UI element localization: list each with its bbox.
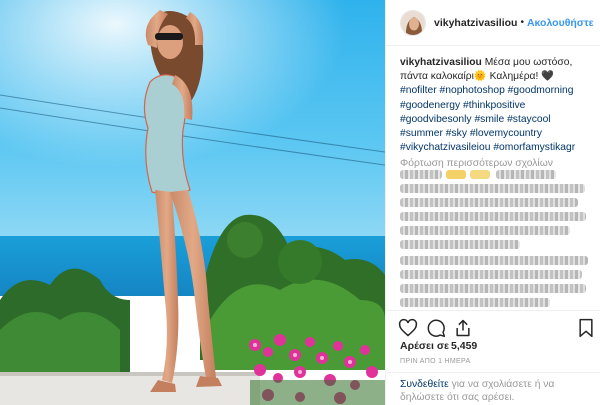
sun-emoji: 🌞 — [473, 71, 487, 83]
obscured-line — [400, 298, 550, 307]
obscured-line — [400, 226, 570, 235]
post-header: vikyhatzivasiliou • Ακολουθήστε — [386, 0, 600, 46]
obscured-line — [400, 170, 442, 179]
hashtag[interactable]: #goodmorning — [508, 85, 574, 96]
post-username[interactable]: vikyhatzivasiliou — [434, 17, 517, 29]
hashtag[interactable]: #goodvibesonly — [400, 114, 472, 125]
obscured-line — [400, 198, 578, 207]
hashtag[interactable]: #nophotoshop — [440, 85, 505, 96]
action-bar — [386, 310, 600, 344]
likes-count[interactable]: Αρέσει σε 5,459 — [400, 340, 477, 352]
bookmark-icon[interactable] — [576, 318, 596, 338]
obscured-comments — [400, 170, 590, 310]
avatar[interactable] — [400, 9, 426, 36]
heart-emoji: 🖤 — [541, 71, 555, 83]
obscured-line — [446, 170, 466, 179]
comment-icon[interactable] — [426, 318, 446, 338]
hashtag[interactable]: #summer — [400, 128, 443, 139]
hashtag[interactable]: #lovemycountry — [470, 128, 542, 139]
obscured-line — [400, 184, 585, 193]
hashtag[interactable]: #staycool — [507, 114, 551, 125]
obscured-line — [400, 212, 586, 221]
obscured-line — [400, 284, 586, 293]
obscured-line — [470, 170, 490, 179]
hashtag[interactable]: #goodenergy — [400, 100, 460, 111]
obscured-line — [496, 170, 556, 179]
share-icon[interactable] — [453, 318, 473, 338]
heart-icon[interactable] — [398, 318, 418, 338]
follow-button[interactable]: Ακολουθήστε — [527, 17, 594, 29]
hashtag[interactable]: #nofilter — [400, 85, 437, 96]
hashtag[interactable]: #smile — [474, 114, 504, 125]
hashtag[interactable]: #vikychatzivasileiou — [400, 142, 490, 153]
caption-username[interactable]: vikyhatzivasiliou — [400, 57, 482, 68]
hashtag[interactable]: #sky — [446, 128, 467, 139]
likes-number: 5,459 — [450, 340, 478, 352]
caption-text-2: Καλημέρα! — [489, 71, 539, 83]
caption: vikyhatzivasiliou Μέσα μου ωστόσο, πάντα… — [400, 56, 592, 172]
hashtag[interactable]: #omorfamystikagr — [493, 142, 575, 153]
obscured-line — [400, 240, 520, 249]
separator-dot: • — [520, 17, 524, 28]
post-photo-image — [0, 0, 385, 405]
hashtag[interactable]: #thinkpositive — [463, 100, 525, 111]
obscured-line — [400, 270, 582, 279]
obscured-line — [400, 256, 588, 265]
login-prompt: Συνδεθείτε για να σχολιάσετε ή να δηλώσε… — [386, 372, 600, 405]
post-timestamp: ΠΡΙΝ ΑΠΟ 1 ΗΜΕΡΑ — [400, 358, 471, 365]
post-photo[interactable] — [0, 0, 385, 405]
likes-label: Αρέσει σε — [400, 340, 449, 352]
post-side-panel: vikyhatzivasiliou • Ακολουθήστε vikyhatz… — [385, 0, 600, 405]
login-link[interactable]: Συνδεθείτε — [400, 379, 449, 390]
